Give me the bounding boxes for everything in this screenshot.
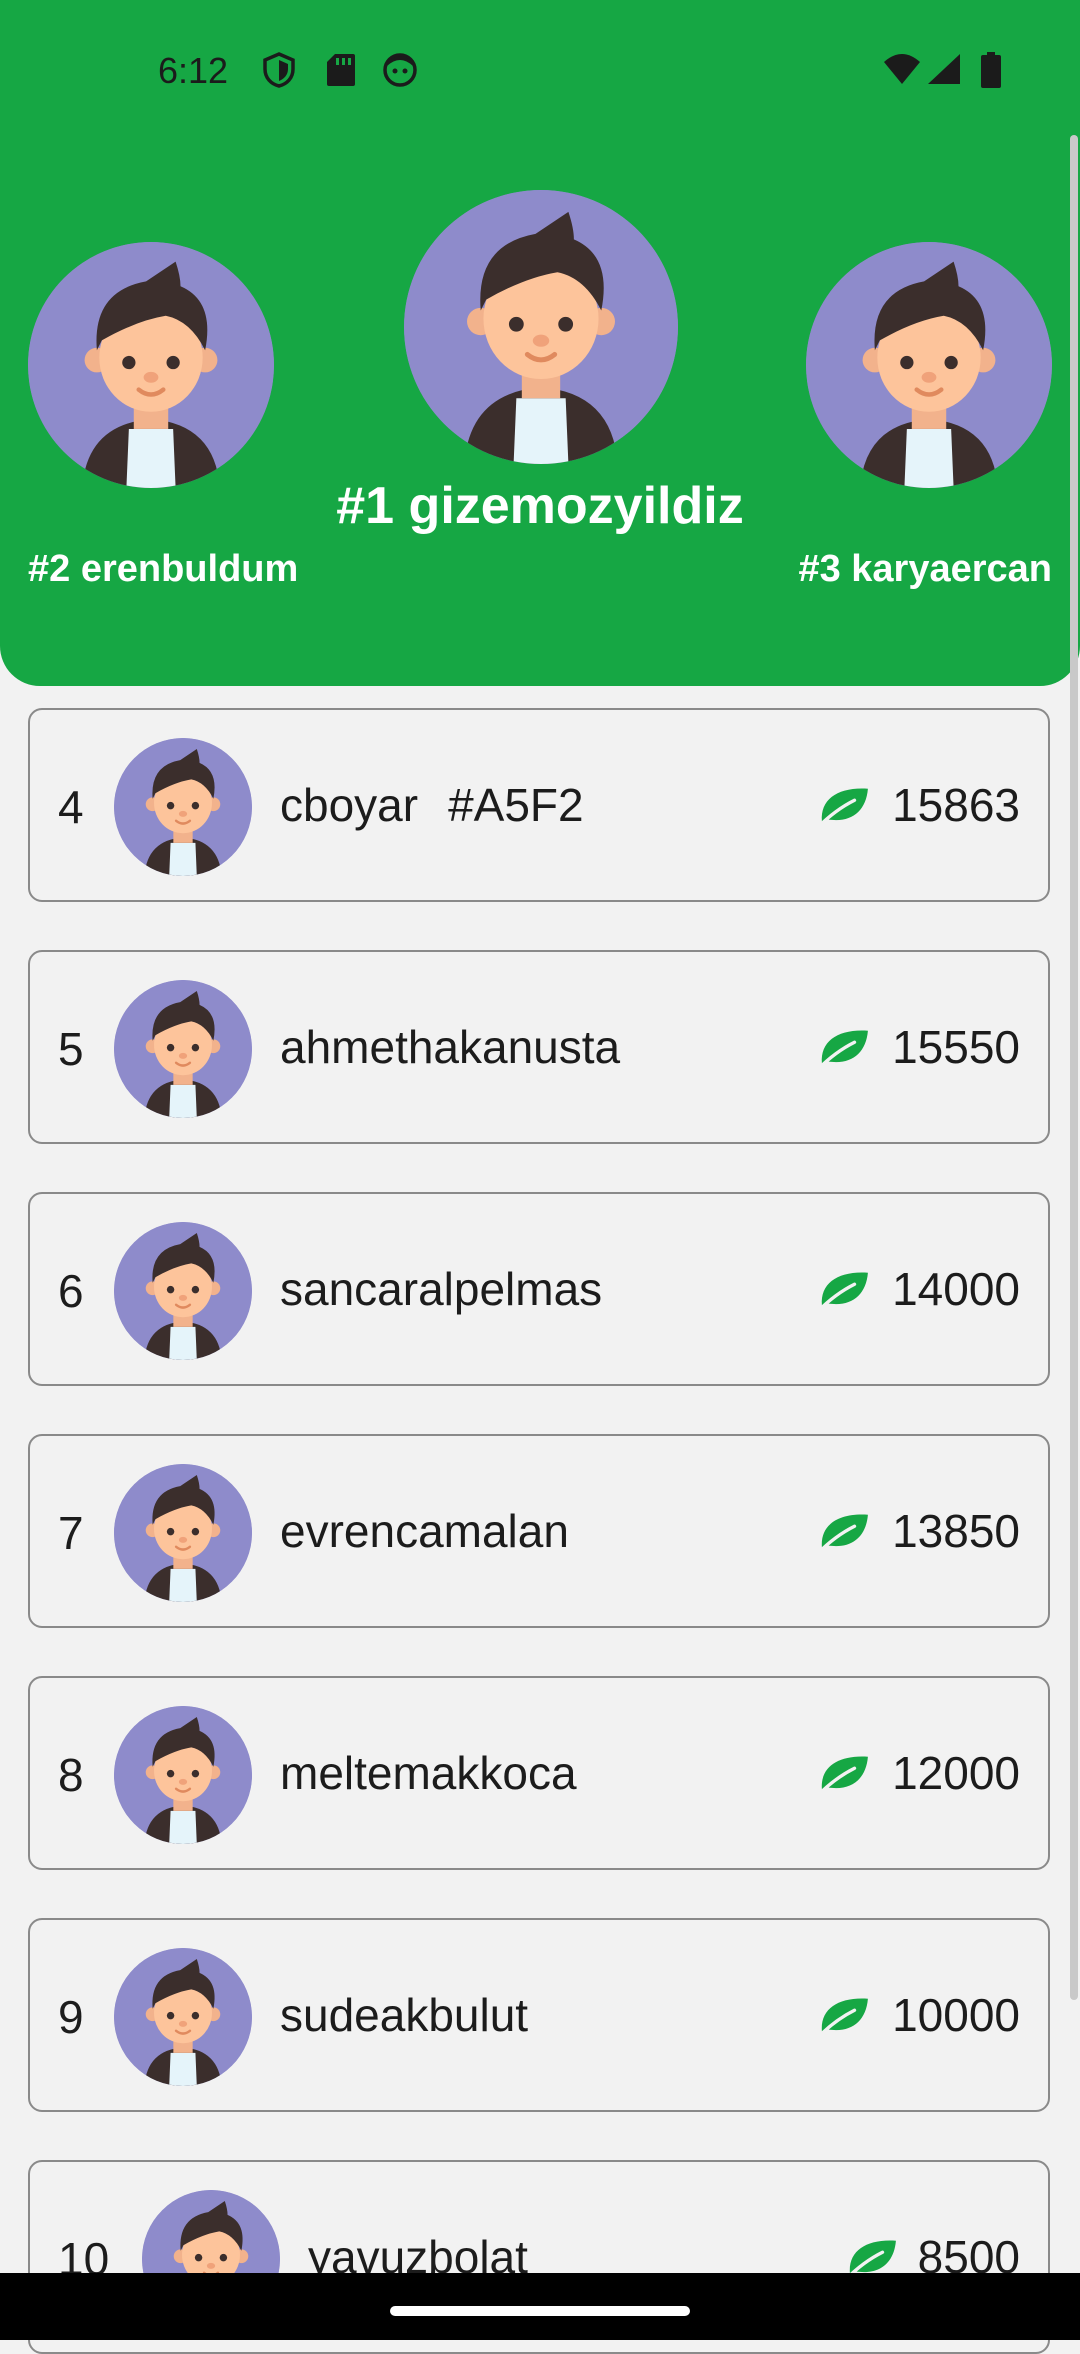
signal-icon bbox=[928, 54, 960, 84]
user-tag: #A5F2 bbox=[448, 779, 584, 831]
avatar bbox=[114, 980, 252, 1118]
leaderboard-row[interactable]: 5 ahmethakanusta 15550 bbox=[28, 950, 1050, 1144]
leaf-icon bbox=[814, 1267, 872, 1313]
status-time: 6:12 bbox=[158, 50, 229, 91]
rank-number: 9 bbox=[58, 1991, 84, 2043]
shield-icon bbox=[263, 52, 295, 88]
avatar-third-place[interactable] bbox=[806, 242, 1052, 488]
scrollbar[interactable] bbox=[1070, 135, 1078, 2000]
avatar bbox=[114, 1948, 252, 2086]
first-place-name[interactable]: #1 gizemozyildiz bbox=[0, 476, 1080, 536]
leaf-icon bbox=[814, 1509, 872, 1555]
avatar-first-place[interactable] bbox=[404, 190, 678, 464]
face-icon bbox=[383, 53, 417, 87]
username: cboyar #A5F2 bbox=[280, 779, 584, 831]
username: evrencamalan bbox=[280, 1505, 569, 1557]
avatar bbox=[114, 1464, 252, 1602]
score: 10000 bbox=[892, 1989, 1020, 2041]
avatar bbox=[114, 738, 252, 876]
leaf-icon bbox=[814, 1025, 872, 1071]
leaderboard-row[interactable]: 6 sancaralpelmas 14000 bbox=[28, 1192, 1050, 1386]
avatar-second-place[interactable] bbox=[28, 242, 274, 488]
score: 12000 bbox=[892, 1747, 1020, 1799]
third-place-name[interactable]: #3 karyaercan bbox=[798, 548, 1052, 591]
username: ahmethakanusta bbox=[280, 1021, 621, 1073]
leaf-icon bbox=[814, 783, 872, 829]
username: meltemakkoca bbox=[280, 1747, 577, 1799]
rank-number: 6 bbox=[58, 1265, 84, 1317]
leaf-icon bbox=[814, 1993, 872, 2039]
score: 15550 bbox=[892, 1021, 1020, 1073]
rank-number: 7 bbox=[58, 1507, 84, 1559]
sd-card-icon bbox=[327, 54, 355, 86]
score: 14000 bbox=[892, 1263, 1020, 1315]
leaderboard-row[interactable]: 7 evrencamalan 13850 bbox=[28, 1434, 1050, 1628]
leaderboard-row[interactable]: 8 meltemakkoca 12000 bbox=[28, 1676, 1050, 1870]
avatar bbox=[114, 1222, 252, 1360]
podium-header: 6:12 #1 gizemozyildiz #2 erenbuldum #3 k… bbox=[0, 0, 1080, 686]
home-handle[interactable] bbox=[390, 2306, 690, 2316]
leaderboard-row[interactable]: 4 cboyar #A5F2 15863 bbox=[28, 708, 1050, 902]
score: 13850 bbox=[892, 1505, 1020, 1557]
status-bar: 6:12 bbox=[0, 0, 1080, 140]
avatar bbox=[114, 1706, 252, 1844]
second-place-name[interactable]: #2 erenbuldum bbox=[28, 548, 298, 591]
rank-number: 5 bbox=[58, 1023, 84, 1075]
score: 15863 bbox=[892, 779, 1020, 831]
battery-icon bbox=[981, 52, 1001, 88]
leaderboard-row[interactable]: 9 sudeakbulut 10000 bbox=[28, 1918, 1050, 2112]
rank-number: 8 bbox=[58, 1749, 84, 1801]
username: sancaralpelmas bbox=[280, 1263, 603, 1315]
username: sudeakbulut bbox=[280, 1989, 529, 2041]
leaf-icon bbox=[814, 1751, 872, 1797]
wifi-icon bbox=[884, 54, 920, 84]
rank-number: 4 bbox=[58, 781, 84, 833]
